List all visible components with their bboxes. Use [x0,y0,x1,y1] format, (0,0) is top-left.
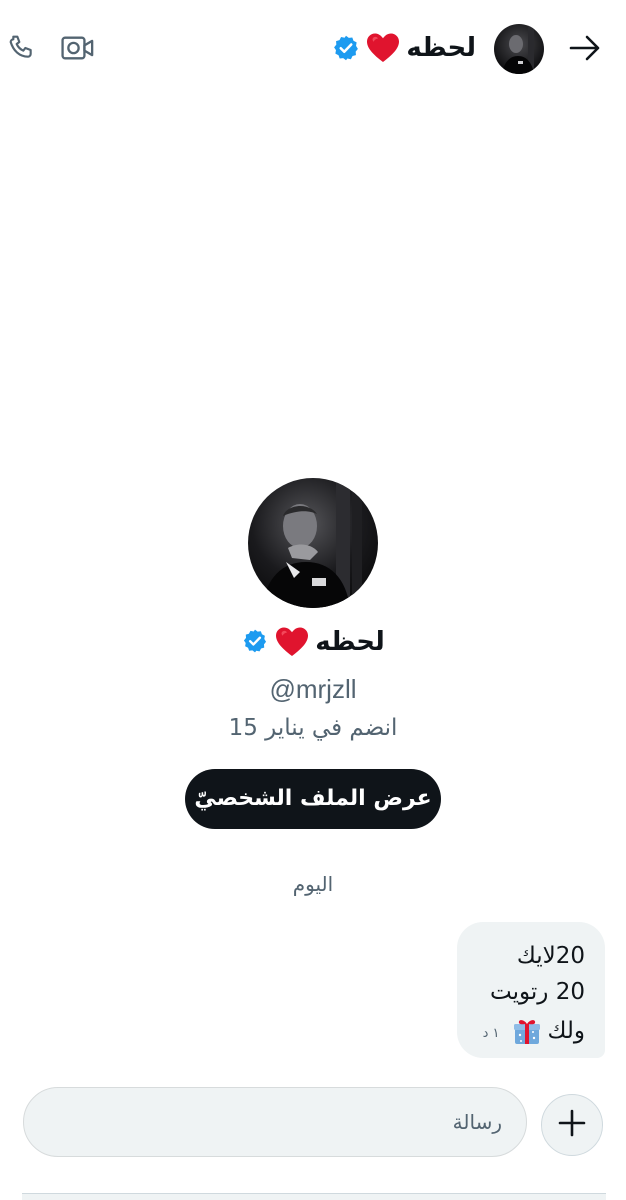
profile-avatar[interactable] [248,478,378,608]
view-profile-button[interactable]: عرض الملف الشخصيّ [185,769,441,829]
message-timestamp: ١ د [482,1026,500,1041]
profile-handle: @mrjzll [269,674,357,704]
message-bubble[interactable]: 20لايك 20 رتويت ولك ١ د [457,922,605,1058]
profile-name: لحظه [315,627,385,657]
header-avatar[interactable] [494,24,544,74]
gift-icon [512,1016,542,1046]
verified-badge-icon [332,34,360,62]
message-line: ولك [547,1018,586,1044]
heart-icon [366,32,400,64]
chat-header: لحظه [0,0,626,96]
profile-card: لحظه @mrjzll انضم في يناير 15 عرض الملف … [0,478,626,829]
profile-name-group: لحظه [0,622,626,662]
phone-icon[interactable] [4,30,40,66]
message-line: 20لايك [516,943,585,969]
header-name-group[interactable]: لحظه [332,28,476,68]
plus-icon [557,1108,587,1142]
date-separator: اليوم [292,872,334,896]
profile-joined-date: انضم في يناير 15 [228,715,398,741]
heart-icon [275,626,309,658]
arrow-right-icon[interactable] [566,29,604,67]
video-icon[interactable] [58,30,98,66]
message-input[interactable]: رسالة [23,1087,527,1157]
message-line: 20 رتويت [490,979,585,1005]
message-last-line: ولك ١ د [471,1010,585,1052]
add-attachment-button[interactable] [541,1094,603,1156]
header-name: لحظه [406,33,476,63]
verified-badge-icon [241,628,269,656]
